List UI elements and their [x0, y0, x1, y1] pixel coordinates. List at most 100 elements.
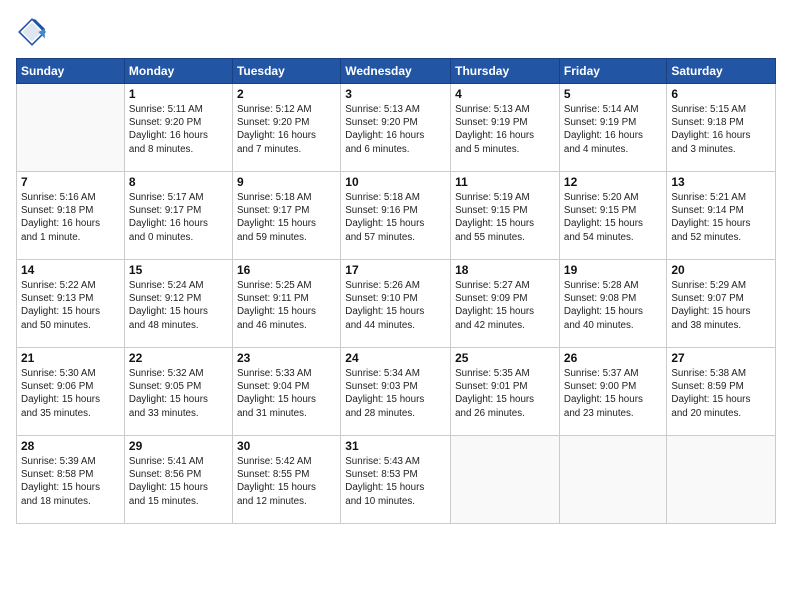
- calendar-day-cell: 28 Sunrise: 5:39 AM Sunset: 8:58 PM Dayli…: [17, 436, 125, 524]
- calendar-day-cell: 1 Sunrise: 5:11 AM Sunset: 9:20 PM Daylig…: [124, 84, 232, 172]
- day-of-week-header: Saturday: [667, 59, 776, 84]
- day-number: 21: [21, 351, 120, 365]
- page-container: SundayMondayTuesdayWednesdayThursdayFrid…: [0, 0, 792, 532]
- calendar-day-cell: 12Sunrise: 5:20 AM Sunset: 9:15 PM Dayli…: [559, 172, 666, 260]
- calendar-day-cell: 26 Sunrise: 5:37 AM Sunset: 9:00 PM Dayli…: [559, 348, 666, 436]
- calendar-day-cell: 9 Sunrise: 5:18 AM Sunset: 9:17 PM Daylig…: [232, 172, 340, 260]
- calendar-day-cell: 22Sunrise: 5:32 AM Sunset: 9:05 PM Dayli…: [124, 348, 232, 436]
- calendar-day-cell: 13 Sunrise: 5:21 AM Sunset: 9:14 PM Dayli…: [667, 172, 776, 260]
- day-info: Sunrise: 5:27 AM Sunset: 9:09 PM Dayligh…: [455, 279, 555, 332]
- day-info: Sunrise: 5:25 AM Sunset: 9:11 PM Dayligh…: [237, 279, 336, 332]
- day-of-week-header: Monday: [124, 59, 232, 84]
- calendar-week-row: 14 Sunrise: 5:22 AM Sunset: 9:13 PM Dayli…: [17, 260, 776, 348]
- day-info: Sunrise: 5:33 AM Sunset: 9:04 PM Dayligh…: [237, 367, 336, 420]
- day-info: Sunrise: 5:20 AM Sunset: 9:15 PM Dayligh…: [564, 191, 662, 244]
- day-number: 1: [129, 87, 228, 101]
- day-info: Sunrise: 5:42 AM Sunset: 8:55 PM Dayligh…: [237, 455, 336, 508]
- calendar-body: 1 Sunrise: 5:11 AM Sunset: 9:20 PM Daylig…: [17, 84, 776, 524]
- calendar-day-cell: 31 Sunrise: 5:43 AM Sunset: 8:53 PM Dayli…: [341, 436, 451, 524]
- day-number: 15: [129, 263, 228, 277]
- day-info: Sunrise: 5:18 AM Sunset: 9:17 PM Dayligh…: [237, 191, 336, 244]
- calendar-day-cell: 3 Sunrise: 5:13 AM Sunset: 9:20 PM Daylig…: [341, 84, 451, 172]
- calendar-day-cell: [17, 84, 125, 172]
- day-number: 19: [564, 263, 662, 277]
- calendar-day-cell: 15 Sunrise: 5:24 AM Sunset: 9:12 PM Dayli…: [124, 260, 232, 348]
- calendar-day-cell: 23 Sunrise: 5:33 AM Sunset: 9:04 PM Dayli…: [232, 348, 340, 436]
- calendar-day-cell: 20Sunrise: 5:29 AM Sunset: 9:07 PM Dayli…: [667, 260, 776, 348]
- day-info: Sunrise: 5:41 AM Sunset: 8:56 PM Dayligh…: [129, 455, 228, 508]
- calendar-day-cell: 25 Sunrise: 5:35 AM Sunset: 9:01 PM Dayli…: [451, 348, 560, 436]
- day-number: 2: [237, 87, 336, 101]
- day-info: Sunrise: 5:17 AM Sunset: 9:17 PM Dayligh…: [129, 191, 228, 244]
- day-info: Sunrise: 5:26 AM Sunset: 9:10 PM Dayligh…: [345, 279, 446, 332]
- day-number: 9: [237, 175, 336, 189]
- day-info: Sunrise: 5:13 AM Sunset: 9:20 PM Dayligh…: [345, 103, 446, 156]
- day-of-week-header: Friday: [559, 59, 666, 84]
- calendar-day-cell: 30 Sunrise: 5:42 AM Sunset: 8:55 PM Dayli…: [232, 436, 340, 524]
- day-info: Sunrise: 5:14 AM Sunset: 9:19 PM Dayligh…: [564, 103, 662, 156]
- calendar-day-cell: 19 Sunrise: 5:28 AM Sunset: 9:08 PM Dayli…: [559, 260, 666, 348]
- calendar-day-cell: 17Sunrise: 5:26 AM Sunset: 9:10 PM Dayli…: [341, 260, 451, 348]
- day-number: 5: [564, 87, 662, 101]
- day-info: Sunrise: 5:16 AM Sunset: 9:18 PM Dayligh…: [21, 191, 120, 244]
- calendar-table: SundayMondayTuesdayWednesdayThursdayFrid…: [16, 58, 776, 524]
- day-info: Sunrise: 5:11 AM Sunset: 9:20 PM Dayligh…: [129, 103, 228, 156]
- day-info: Sunrise: 5:19 AM Sunset: 9:15 PM Dayligh…: [455, 191, 555, 244]
- day-number: 18: [455, 263, 555, 277]
- day-number: 6: [671, 87, 771, 101]
- calendar-day-cell: 29 Sunrise: 5:41 AM Sunset: 8:56 PM Dayli…: [124, 436, 232, 524]
- calendar-day-cell: 5 Sunrise: 5:14 AM Sunset: 9:19 PM Daylig…: [559, 84, 666, 172]
- calendar-week-row: 1 Sunrise: 5:11 AM Sunset: 9:20 PM Daylig…: [17, 84, 776, 172]
- calendar-day-cell: 10Sunrise: 5:18 AM Sunset: 9:16 PM Dayli…: [341, 172, 451, 260]
- day-info: Sunrise: 5:22 AM Sunset: 9:13 PM Dayligh…: [21, 279, 120, 332]
- day-info: Sunrise: 5:43 AM Sunset: 8:53 PM Dayligh…: [345, 455, 446, 508]
- day-info: Sunrise: 5:13 AM Sunset: 9:19 PM Dayligh…: [455, 103, 555, 156]
- day-number: 31: [345, 439, 446, 453]
- calendar-day-cell: 8 Sunrise: 5:17 AM Sunset: 9:17 PM Daylig…: [124, 172, 232, 260]
- day-number: 27: [671, 351, 771, 365]
- calendar-day-cell: 4 Sunrise: 5:13 AM Sunset: 9:19 PM Daylig…: [451, 84, 560, 172]
- day-number: 26: [564, 351, 662, 365]
- logo: [16, 16, 52, 48]
- calendar-week-row: 21Sunrise: 5:30 AM Sunset: 9:06 PM Dayli…: [17, 348, 776, 436]
- calendar-day-cell: 27Sunrise: 5:38 AM Sunset: 8:59 PM Dayli…: [667, 348, 776, 436]
- day-number: 14: [21, 263, 120, 277]
- calendar-week-row: 28 Sunrise: 5:39 AM Sunset: 8:58 PM Dayli…: [17, 436, 776, 524]
- day-number: 28: [21, 439, 120, 453]
- day-number: 24: [345, 351, 446, 365]
- day-info: Sunrise: 5:28 AM Sunset: 9:08 PM Dayligh…: [564, 279, 662, 332]
- day-info: Sunrise: 5:29 AM Sunset: 9:07 PM Dayligh…: [671, 279, 771, 332]
- day-info: Sunrise: 5:24 AM Sunset: 9:12 PM Dayligh…: [129, 279, 228, 332]
- day-of-week-header: Wednesday: [341, 59, 451, 84]
- calendar-day-cell: 7Sunrise: 5:16 AM Sunset: 9:18 PM Daylig…: [17, 172, 125, 260]
- calendar-day-cell: 11 Sunrise: 5:19 AM Sunset: 9:15 PM Dayli…: [451, 172, 560, 260]
- day-number: 8: [129, 175, 228, 189]
- day-of-week-header: Sunday: [17, 59, 125, 84]
- day-number: 25: [455, 351, 555, 365]
- day-number: 13: [671, 175, 771, 189]
- day-number: 3: [345, 87, 446, 101]
- day-info: Sunrise: 5:39 AM Sunset: 8:58 PM Dayligh…: [21, 455, 120, 508]
- calendar-day-cell: [667, 436, 776, 524]
- calendar-day-cell: [451, 436, 560, 524]
- day-number: 10: [345, 175, 446, 189]
- calendar-day-cell: 24 Sunrise: 5:34 AM Sunset: 9:03 PM Dayli…: [341, 348, 451, 436]
- calendar-day-cell: 2 Sunrise: 5:12 AM Sunset: 9:20 PM Daylig…: [232, 84, 340, 172]
- day-info: Sunrise: 5:15 AM Sunset: 9:18 PM Dayligh…: [671, 103, 771, 156]
- calendar-day-cell: 16 Sunrise: 5:25 AM Sunset: 9:11 PM Dayli…: [232, 260, 340, 348]
- calendar-header-row: SundayMondayTuesdayWednesdayThursdayFrid…: [17, 59, 776, 84]
- day-info: Sunrise: 5:35 AM Sunset: 9:01 PM Dayligh…: [455, 367, 555, 420]
- day-number: 16: [237, 263, 336, 277]
- day-info: Sunrise: 5:12 AM Sunset: 9:20 PM Dayligh…: [237, 103, 336, 156]
- day-info: Sunrise: 5:37 AM Sunset: 9:00 PM Dayligh…: [564, 367, 662, 420]
- calendar-day-cell: [559, 436, 666, 524]
- day-number: 11: [455, 175, 555, 189]
- logo-icon: [16, 16, 48, 48]
- day-number: 29: [129, 439, 228, 453]
- page-header: [16, 16, 776, 48]
- day-number: 4: [455, 87, 555, 101]
- day-info: Sunrise: 5:34 AM Sunset: 9:03 PM Dayligh…: [345, 367, 446, 420]
- day-info: Sunrise: 5:21 AM Sunset: 9:14 PM Dayligh…: [671, 191, 771, 244]
- day-number: 23: [237, 351, 336, 365]
- day-number: 30: [237, 439, 336, 453]
